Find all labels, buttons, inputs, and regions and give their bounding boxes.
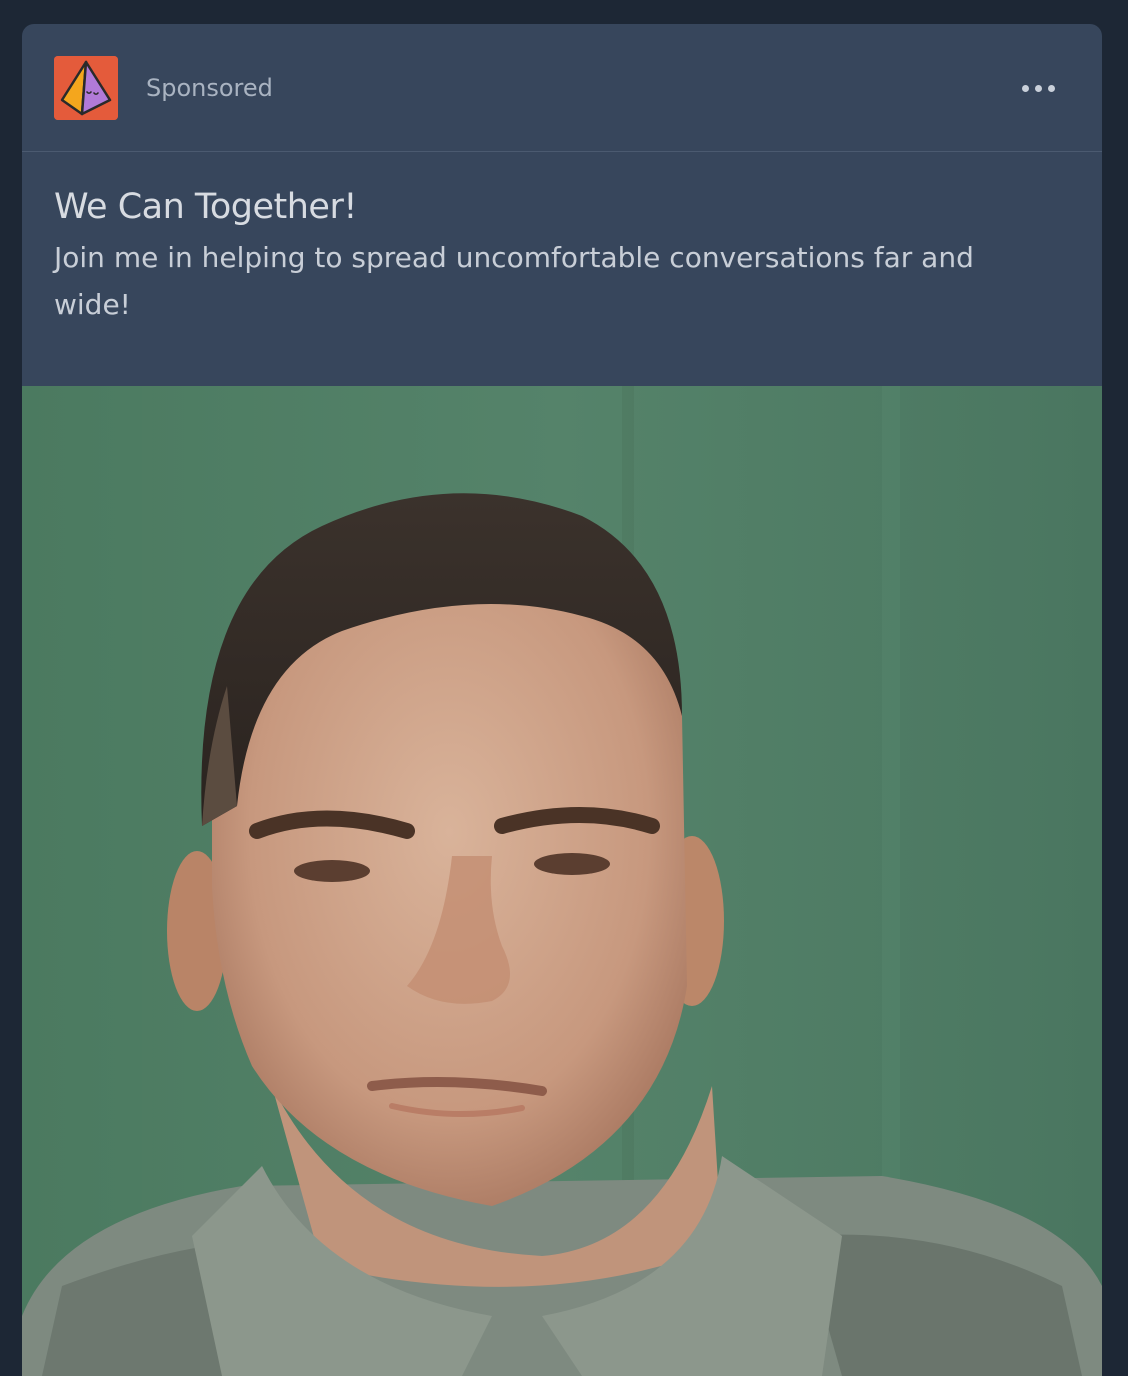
more-options-icon[interactable] xyxy=(1010,70,1066,106)
pyramid-logo-icon xyxy=(54,56,118,120)
dot xyxy=(1021,84,1029,92)
post-photo[interactable] xyxy=(22,386,1102,1376)
blog-avatar[interactable] xyxy=(54,56,118,120)
soldier-portrait-image xyxy=(22,386,1102,1376)
sponsored-label: Sponsored xyxy=(146,74,273,102)
sponsored-post-card: Sponsored We Can Together! Join me in he… xyxy=(22,24,1102,1376)
dot xyxy=(1034,84,1042,92)
dot xyxy=(1047,84,1055,92)
post-header: Sponsored xyxy=(22,24,1102,152)
post-text: We Can Together! Join me in helping to s… xyxy=(22,152,1102,385)
post-headline: We Can Together! xyxy=(54,187,357,227)
post-description: Join me in helping to spread uncomfortab… xyxy=(54,241,974,321)
page: Sponsored We Can Together! Join me in he… xyxy=(0,0,1128,1376)
